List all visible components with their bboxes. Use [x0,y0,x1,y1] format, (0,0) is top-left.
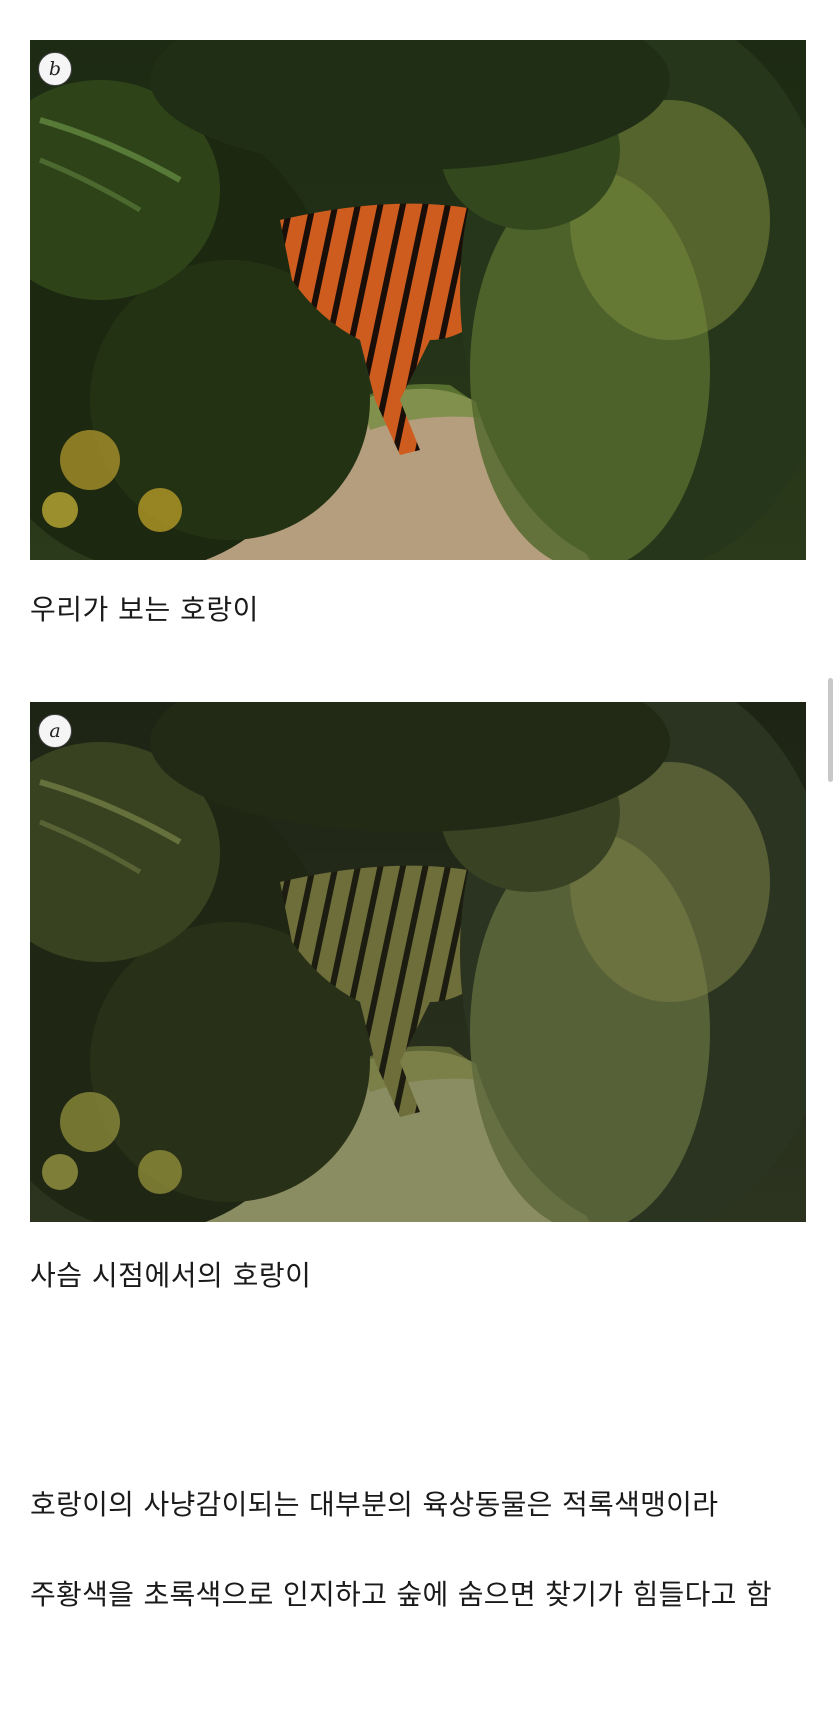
scrollbar-thumb[interactable] [828,678,833,782]
body-paragraph: 호랑이의 사냥감이되는 대부분의 육상동물은 적록색맹이라 [30,1488,719,1521]
caption-human-view: 우리가 보는 호랑이 [30,593,259,626]
panel-label-b: b [38,52,72,86]
panel-label-a: a [38,714,72,748]
caption-deer-view: 사슴 시점에서의 호랑이 [30,1259,312,1292]
tiger-photo-human-view-image [30,40,806,560]
body-paragraph: 주황색을 초록색으로 인지하고 숲에 숨으면 찾기가 힘들다고 함 [30,1578,772,1611]
tiger-photo-human-view: b [30,40,806,560]
tiger-photo-deer-view-image [30,702,806,1222]
tiger-photo-deer-view: a [30,702,806,1222]
